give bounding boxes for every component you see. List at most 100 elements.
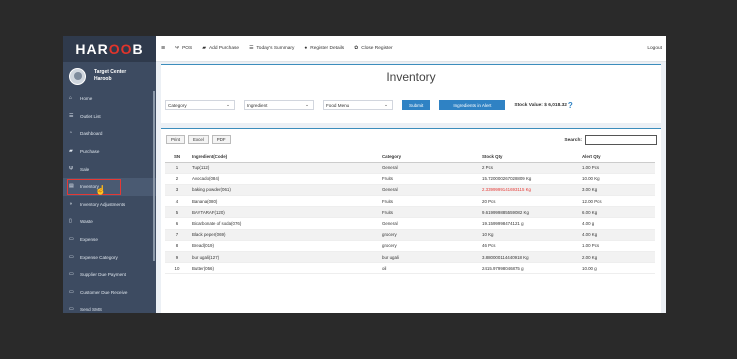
trash-icon: ▯: [69, 218, 72, 225]
help-icon[interactable]: ?: [568, 101, 573, 110]
cell-alert: 6.00 Kg: [579, 206, 655, 219]
topnav-icon: ✿: [354, 46, 359, 51]
cell-category: General: [379, 217, 479, 230]
sidebar-item-sale[interactable]: Ψ Sale: [63, 160, 156, 178]
chevron-down-icon: ⌄: [226, 102, 230, 107]
sidebar-item-label: Expense Category: [80, 254, 118, 260]
cell-stock: 19.1599998474121 g: [479, 217, 579, 230]
cell-category: grocery: [379, 229, 479, 241]
cell-ingredient: Bread(019): [189, 240, 379, 253]
sidebar-item-expense[interactable]: ▭ Expense: [63, 231, 156, 249]
sidebar-item-purchase[interactable]: ▰ Purchase: [63, 143, 156, 161]
table-row[interactable]: 2 Avocado(084) Fruits 15.720000267028809 Kg…: [165, 173, 655, 185]
table-row[interactable]: 8 Bread(019) grocery 46 Pcs 1.00 Pcs: [165, 240, 655, 253]
hand-cursor-icon: ☝: [95, 184, 107, 195]
cell-stock: 2.3399999141693115 Kg: [479, 184, 579, 197]
sidebar-item-label: Customer Due Receive: [80, 289, 128, 295]
cell-alert: 10.00 Kg: [579, 173, 655, 185]
sidebar-item-outlet-list[interactable]: ☰ Outlet List: [63, 108, 156, 126]
topnav-close-register[interactable]: ✿ Close Register: [354, 46, 393, 51]
search-input[interactable]: [585, 135, 657, 145]
chevron-down-icon: ⌄: [384, 102, 388, 107]
cell-ingredient: Butter(056): [189, 262, 379, 275]
money-icon: ▭: [69, 271, 74, 278]
cell-sn: 9: [165, 251, 189, 264]
col-header-ingredient[interactable]: Ingredient(Code): [189, 151, 379, 163]
category-select[interactable]: Category ⌄: [165, 100, 235, 110]
excel-button[interactable]: Excel: [188, 135, 209, 144]
topbar: ≡ Ψ POS ▰ Add Purchase ☰ Today's Summary ● Regi…: [156, 36, 666, 62]
sidebar-item-label: Home: [80, 96, 93, 102]
logo-part3: B: [132, 41, 144, 57]
cell-category: General: [379, 162, 479, 174]
menu-toggle-icon[interactable]: ≡: [161, 45, 165, 52]
sidebar-scrollbar[interactable]: [153, 91, 155, 261]
list-icon: ☰: [69, 112, 74, 119]
cell-alert: 1.00 Pcs: [579, 240, 655, 253]
filter-bar: Category ⌄ Ingredient ⌄ Food Menu ⌄ Submit …: [165, 100, 573, 110]
table-row[interactable]: 9 bur ugali(127) bur ugali 3.88000011444091…: [165, 251, 655, 264]
sidebar-item-label: Waste: [80, 219, 93, 225]
stock-value: Stock Value: $ 6,018.32 ?: [514, 101, 572, 110]
topnav-add-purchase[interactable]: ▰ Add Purchase: [202, 46, 239, 51]
sidebar-item-dashboard[interactable]: ◔ Dashboard: [63, 125, 156, 143]
money-icon: ▭: [69, 253, 74, 260]
table-row[interactable]: 1 Tup(112) General 2 Pcs 1.00 Pcs: [165, 162, 655, 174]
sidebar-item-label: Supplier Due Payment: [80, 272, 126, 278]
sidebar-item-customer-due-receive[interactable]: ▭ Customer Due Receive: [63, 284, 156, 302]
cell-stock: 2415.97998046875 g: [479, 262, 579, 275]
sidebar-item-inventory-adjustments[interactable]: ◑ Inventory Adjustments: [63, 196, 156, 214]
cell-stock: 46 Pcs: [479, 240, 579, 253]
topnav-pos[interactable]: Ψ POS: [175, 46, 192, 51]
topnav-icon: ☰: [249, 46, 254, 51]
cell-alert: 12.00 Pcs: [579, 195, 655, 208]
stock-value-text: Stock Value: $ 6,018.32: [514, 102, 567, 108]
sidebar: HAR OO B Target Center Haroob ⌂ Home ☰ Outlet…: [63, 36, 156, 313]
submit-button[interactable]: Submit: [402, 100, 431, 110]
topnav-icon: ▰: [202, 46, 206, 51]
cell-sn: 6: [165, 217, 189, 230]
app-window: HAR OO B Target Center Haroob ⌂ Home ☰ Outlet…: [63, 36, 666, 313]
topnav-register-details[interactable]: ● Register Details: [304, 46, 344, 51]
cell-stock: 15.720000267028809 Kg: [479, 173, 579, 185]
dashboard-icon: ◔: [69, 130, 73, 137]
cell-alert: 10.00 g: [579, 262, 655, 275]
cell-ingredient: Bicarbonate of soda(076): [189, 217, 379, 230]
inventory-table-panel: Print Excel PDF Search: SN Ingredient(Co…: [161, 128, 661, 313]
sidebar-item-expense-category[interactable]: ▭ Expense Category: [63, 248, 156, 266]
table-row[interactable]: 4 Banana(080) Fruits 20 Pcs 12.00 Pcs: [165, 195, 655, 208]
top-nav: Ψ POS ▰ Add Purchase ☰ Today's Summary ● Regist…: [175, 46, 393, 51]
logo[interactable]: HAR OO B: [63, 36, 156, 62]
col-header-sn[interactable]: SN: [165, 151, 189, 163]
cell-category: Fruits: [379, 206, 479, 219]
topnav-today-s-summary[interactable]: ☰ Today's Summary: [249, 46, 294, 51]
user-panel: Target Center Haroob: [63, 62, 156, 90]
topnav-label: Close Register: [361, 46, 393, 51]
user-outlet: Target Center: [94, 69, 127, 75]
table-row[interactable]: 6 Bicarbonate of soda(076) General 19.15999…: [165, 217, 655, 230]
table-row[interactable]: 7 Black peper(069) grocery 10 Kg 4.00 Kg: [165, 229, 655, 241]
pdf-button[interactable]: PDF: [211, 135, 231, 144]
table-row[interactable]: 10 Butter(056) oil 2415.97998046875 g 10.00 …: [165, 262, 655, 275]
logout-link[interactable]: Logout: [647, 46, 662, 51]
sidebar-item-inventory[interactable]: ▤ Inventory ☝: [63, 177, 156, 196]
cell-ingredient: BAYTARAF(120): [189, 206, 379, 219]
table-row[interactable]: 3 baking powder(061) General 2.339999914169…: [165, 184, 655, 197]
inventory-table: SN Ingredient(Code) Category Stock Qty A…: [165, 151, 655, 275]
food-menu-select[interactable]: Food Menu ⌄: [323, 100, 393, 110]
col-header-category[interactable]: Category: [379, 151, 479, 163]
ingredients-in-alert-button[interactable]: Ingredients in Alert: [439, 100, 506, 110]
col-header-alert[interactable]: Alert Qty: [579, 151, 655, 163]
topnav-label: Today's Summary: [256, 46, 295, 51]
sidebar-item-home[interactable]: ⌂ Home: [63, 90, 156, 108]
sidebar-item-waste[interactable]: ▯ Waste: [63, 213, 156, 231]
highlight-box: [67, 178, 121, 195]
col-header-stock[interactable]: Stock Qty: [479, 151, 579, 163]
print-button[interactable]: Print: [166, 135, 186, 144]
sidebar-item-supplier-due-payment[interactable]: ▭ Supplier Due Payment: [63, 266, 156, 284]
page-title: Inventory: [386, 70, 436, 84]
sidebar-item-send-sms[interactable]: ▭ Send SMS: [63, 301, 156, 313]
ingredient-select[interactable]: Ingredient ⌄: [244, 100, 314, 110]
sidebar-item-label: Inventory Adjustments: [80, 201, 126, 207]
table-row[interactable]: 5 BAYTARAF(120) Fruits 9.619999885559082 Kg…: [165, 206, 655, 219]
